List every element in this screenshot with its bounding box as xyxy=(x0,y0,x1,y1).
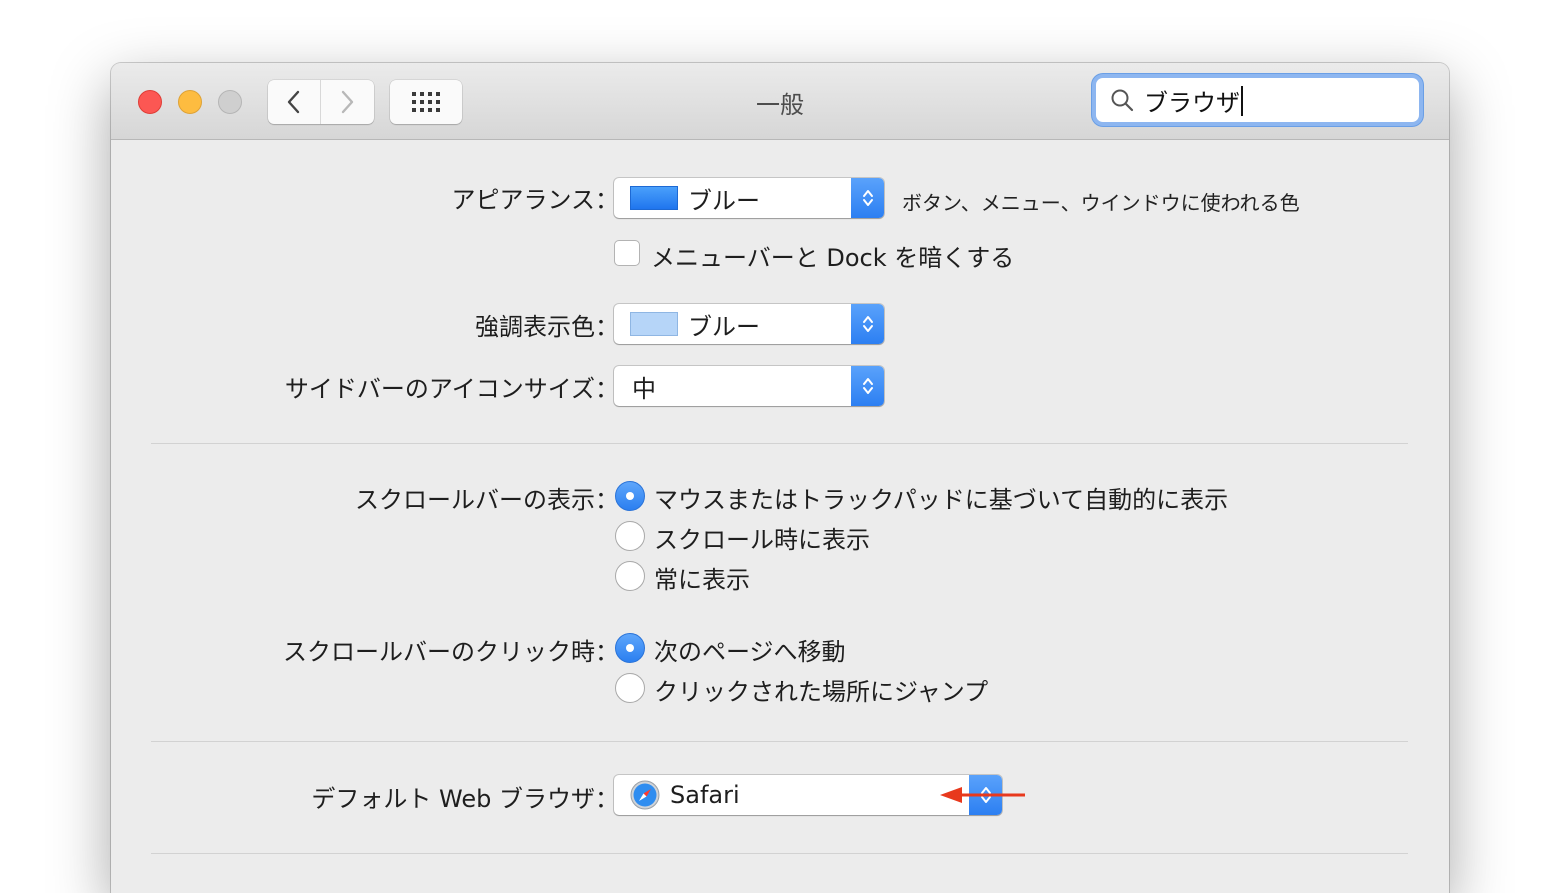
up-down-chevron-icon xyxy=(862,378,873,394)
appearance-label: アピアランス： xyxy=(451,186,619,214)
popup-stepper xyxy=(851,304,884,344)
highlight-color-label: 強調表示色： xyxy=(475,313,619,341)
click-scroll-bar-label: スクロールバーのクリック時： xyxy=(283,638,619,666)
dark-menu-checkbox[interactable] xyxy=(614,240,640,266)
jump-next-page-label[interactable]: 次のページへ移動 xyxy=(654,632,846,667)
search-input[interactable] xyxy=(1144,86,1394,114)
scroll-bars-when-scrolling-label[interactable]: スクロール時に表示 xyxy=(654,520,870,555)
magnifier-icon xyxy=(1111,89,1134,112)
sidebar-icon-size-label: サイドバーのアイコンサイズ： xyxy=(284,375,619,403)
popup-stepper xyxy=(851,178,884,218)
scroll-bars-always-label[interactable]: 常に表示 xyxy=(654,560,750,595)
section-divider xyxy=(151,853,1408,854)
section-divider xyxy=(151,741,1408,742)
up-down-chevron-icon xyxy=(862,316,873,332)
section-divider xyxy=(151,443,1408,444)
system-preferences-window: 一般 アピアランス： ブルー ボタン、メニュー、ウインドウに使われる色 メニュー… xyxy=(111,63,1449,893)
scroll-bars-auto-label[interactable]: マウスまたはトラックパッドに基づいて自動的に表示 xyxy=(654,480,1228,515)
title-bar: 一般 xyxy=(111,63,1449,140)
scroll-bars-always-radio[interactable] xyxy=(615,561,645,591)
sidebar-icon-size-popup[interactable]: 中 xyxy=(614,366,884,406)
text-cursor xyxy=(1241,86,1243,116)
jump-to-spot-label[interactable]: クリックされた場所にジャンプ xyxy=(654,672,988,707)
safari-compass-icon xyxy=(630,780,660,810)
dark-menu-label[interactable]: メニューバーと Dock を暗くする xyxy=(651,238,1014,273)
appearance-value: ブルー xyxy=(688,186,760,215)
search-field[interactable] xyxy=(1096,78,1419,122)
default-browser-label: デフォルト Web ブラウザ： xyxy=(311,785,619,813)
annotation-arrow-icon xyxy=(940,787,1025,803)
default-browser-value: Safari xyxy=(670,781,740,809)
appearance-hint: ボタン、メニュー、ウインドウに使われる色 xyxy=(902,191,1300,215)
scroll-bars-when-scrolling-radio[interactable] xyxy=(615,521,645,551)
scroll-bars-auto-radio[interactable] xyxy=(615,481,645,511)
popup-stepper xyxy=(851,366,884,406)
jump-next-page-radio[interactable] xyxy=(615,633,645,663)
appearance-color-swatch xyxy=(630,186,678,210)
sidebar-icon-size-value: 中 xyxy=(632,374,656,403)
appearance-popup[interactable]: ブルー xyxy=(614,178,884,218)
general-pane: アピアランス： ブルー ボタン、メニュー、ウインドウに使われる色 メニューバーと… xyxy=(111,140,1449,893)
up-down-chevron-icon xyxy=(862,190,873,206)
jump-to-spot-radio[interactable] xyxy=(615,673,645,703)
highlight-color-value: ブルー xyxy=(688,312,760,341)
highlight-color-swatch xyxy=(630,312,678,336)
highlight-color-popup[interactable]: ブルー xyxy=(614,304,884,344)
show-scroll-bars-label: スクロールバーの表示： xyxy=(355,486,619,514)
